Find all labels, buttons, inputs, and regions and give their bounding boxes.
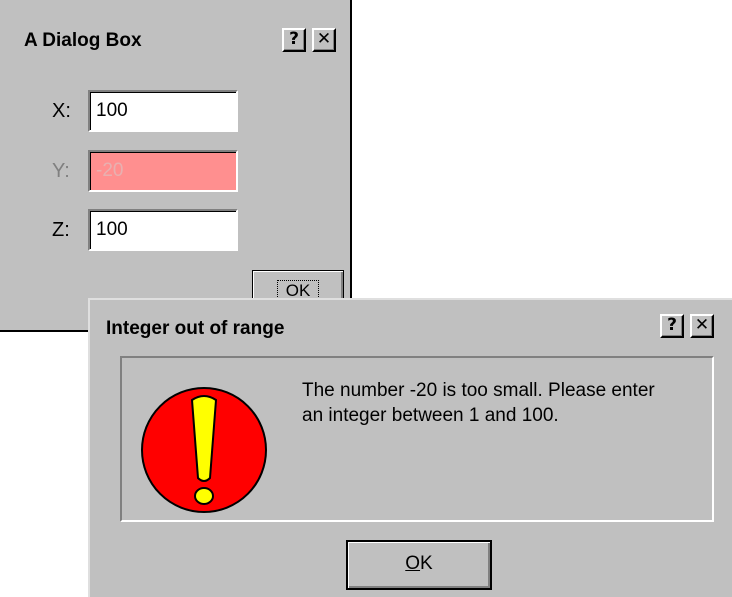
z-field-label: Z: — [52, 219, 70, 241]
ok-mnemonic: O — [405, 553, 421, 574]
error-dialog-title: Integer out of range — [106, 318, 285, 339]
x-field-label: X: — [52, 100, 71, 122]
z-field-input[interactable] — [88, 209, 238, 251]
x-field-input[interactable] — [88, 90, 238, 132]
y-field-input[interactable] — [88, 150, 238, 192]
main-dialog-window: A Dialog Box ? ✕ X: Y: Z: OK — [0, 0, 352, 332]
message-panel: The number -20 is too small. Please ente… — [120, 356, 714, 522]
error-ok-button[interactable]: OK — [346, 540, 492, 590]
error-help-button[interactable]: ? — [660, 314, 684, 338]
y-field-label: Y: — [52, 160, 70, 182]
help-button[interactable]: ? — [282, 28, 306, 52]
close-button[interactable]: ✕ — [312, 28, 336, 52]
error-close-button[interactable]: ✕ — [690, 314, 714, 338]
error-message: The number -20 is too small. Please ente… — [302, 380, 655, 426]
main-dialog-title: A Dialog Box — [24, 30, 142, 51]
error-dialog-window: Integer out of range ? ✕ The number -20 … — [88, 298, 732, 597]
ok-label-rest: K — [420, 553, 433, 574]
exclamation-icon — [140, 386, 268, 519]
